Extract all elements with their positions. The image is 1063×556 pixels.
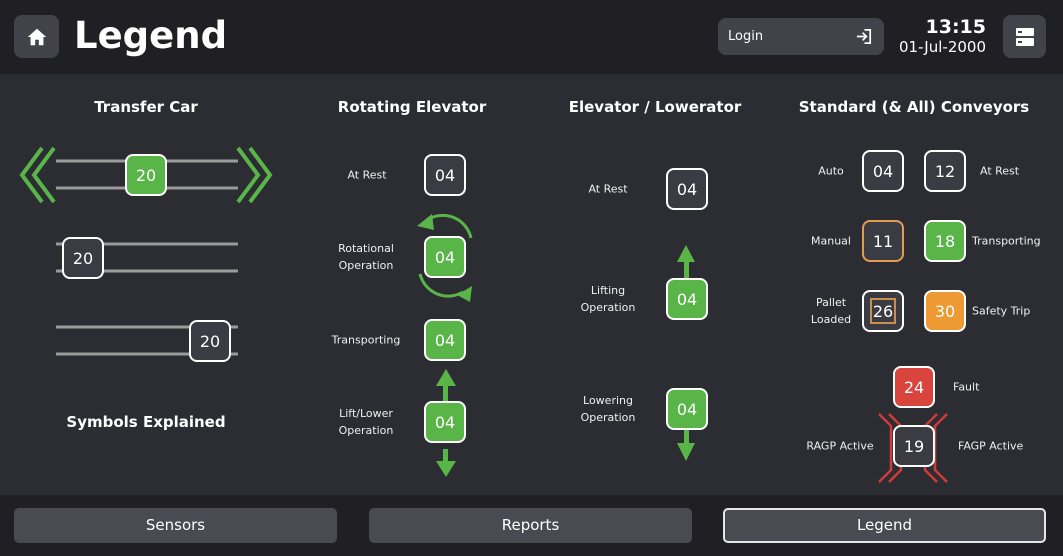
- rotating-elevator-title: Rotating Elevator: [337, 98, 487, 116]
- conveyor-ragp-tile: 19: [893, 425, 935, 467]
- conveyor-ragp-label: RAGP Active: [806, 439, 874, 453]
- legend-button[interactable]: Legend: [723, 508, 1046, 543]
- login-icon: [856, 28, 872, 45]
- conveyor-pallet-loaded-label: Pallet Loaded: [810, 296, 852, 326]
- transfer-car-tile-left: 20: [62, 237, 104, 279]
- rotating-liftlower-tile: 04: [424, 401, 466, 443]
- transfer-car-tile-center: 20: [125, 154, 167, 196]
- rotating-at-rest-label: At Rest: [347, 168, 387, 182]
- conveyor-fault-tile: 24: [893, 366, 935, 408]
- rotating-transporting-tile: 04: [424, 319, 466, 361]
- conveyors-title: Standard (& All) Conveyors: [798, 98, 1030, 116]
- sensors-button[interactable]: Sensors: [14, 508, 337, 543]
- footer-nav: Sensors Reports Legend: [0, 495, 1063, 556]
- server-button[interactable]: [1003, 15, 1046, 58]
- updown-arrow-icon: [436, 449, 456, 477]
- page-title: Legend: [74, 14, 228, 57]
- conveyor-auto-tile: 04: [862, 150, 904, 192]
- rotating-at-rest-tile: 04: [424, 154, 466, 196]
- rotate-arrowhead-bottom: [457, 286, 472, 302]
- conveyor-manual-label: Manual: [811, 234, 851, 248]
- elevator-at-rest-label: At Rest: [588, 182, 628, 196]
- symbols-explained-title: Symbols Explained: [66, 413, 226, 431]
- transfer-car-title: Transfer Car: [94, 98, 198, 116]
- lower-arrow-icon: [677, 427, 695, 461]
- elevator-lifting-tile: 04: [666, 278, 708, 320]
- up-arrow-icon: [436, 369, 456, 404]
- elevator-lowering-label: Lowering Operation: [580, 394, 636, 424]
- server-icon: [1015, 27, 1034, 46]
- conveyor-transporting-tile: 18: [924, 220, 966, 262]
- conveyor-safety-trip-tile: 30: [924, 290, 966, 332]
- login-button[interactable]: Login: [718, 18, 884, 55]
- rotating-rotational-label: Rotational Operation: [338, 242, 394, 272]
- home-button[interactable]: [14, 15, 59, 58]
- elevator-lowerator-title: Elevator / Lowerator: [568, 98, 742, 116]
- conveyor-fagp-label: FAGP Active: [958, 439, 1024, 453]
- conveyor-pallet-loaded-tile: 26: [862, 290, 904, 332]
- rotating-rotational-tile: 04: [424, 236, 466, 278]
- home-icon: [27, 28, 46, 45]
- conveyor-fault-label: Fault: [953, 380, 980, 394]
- elevator-at-rest-tile: 04: [666, 168, 708, 210]
- rotating-liftlower-label: Lift/Lower Operation: [338, 407, 394, 437]
- conveyor-at-rest-tile: 12: [924, 150, 966, 192]
- rotating-transporting-label: Transporting: [331, 333, 401, 347]
- conveyor-auto-label: Auto: [818, 164, 844, 178]
- conveyor-transporting-label: Transporting: [972, 234, 1041, 248]
- header-bar: Legend Login 13:15 01-Jul-2000: [0, 0, 1063, 74]
- lift-arrow-icon: [677, 245, 695, 279]
- login-label: Login: [728, 29, 764, 44]
- conveyor-at-rest-label: At Rest: [980, 164, 1020, 178]
- right-chevron-icon: [236, 146, 273, 204]
- elevator-lifting-label: Lifting Operation: [580, 284, 636, 314]
- left-chevron-icon: [19, 146, 56, 204]
- conveyor-safety-trip-label: Safety Trip: [972, 304, 1031, 318]
- clock-time: 13:15: [925, 16, 986, 38]
- reports-button[interactable]: Reports: [369, 508, 692, 543]
- legend-panel: Transfer Car Rotating Elevator Elevator …: [0, 74, 1063, 495]
- rotate-arrowhead-top: [417, 214, 434, 230]
- conveyor-manual-tile: 11: [862, 220, 904, 262]
- clock-date: 01-Jul-2000: [898, 38, 986, 56]
- pallet-loaded-inner: 26: [870, 298, 896, 324]
- transfer-car-tile-right: 20: [189, 320, 231, 362]
- elevator-lowering-tile: 04: [666, 388, 708, 430]
